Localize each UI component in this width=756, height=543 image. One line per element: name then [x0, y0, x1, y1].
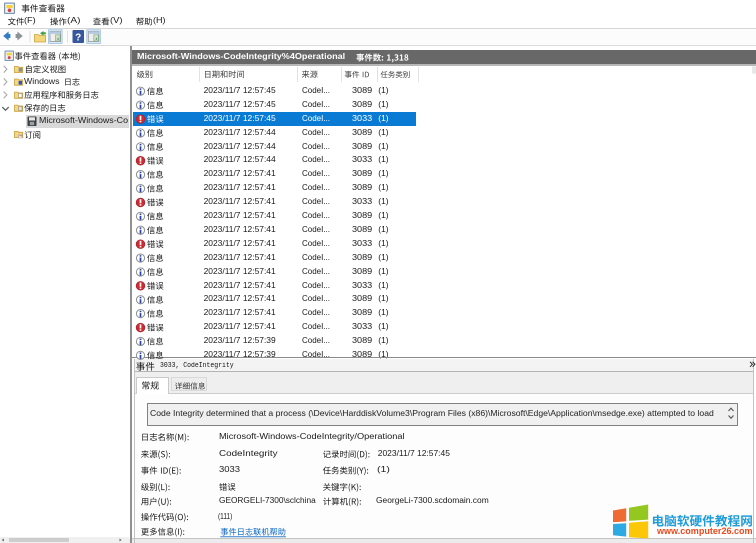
svg-text:?: ? [75, 33, 81, 44]
